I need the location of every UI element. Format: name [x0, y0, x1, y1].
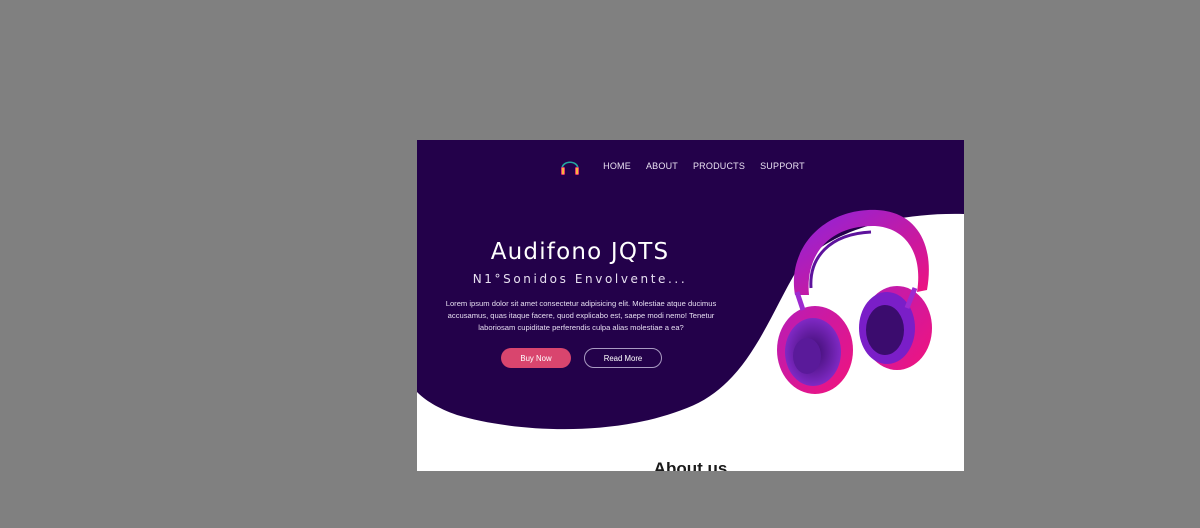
about-section-title: About us	[653, 459, 728, 471]
nav-home-link[interactable]: HOME	[603, 161, 631, 171]
nav-support-link[interactable]: SUPPORT	[760, 161, 805, 171]
top-nav: HOME ABOUT PRODUCTS SUPPORT	[417, 154, 964, 178]
nav-about-link[interactable]: ABOUT	[646, 161, 678, 171]
headphones-icon[interactable]	[559, 154, 581, 178]
hero-subtitle: N1°Sonidos Envolvente...	[472, 272, 688, 286]
read-more-button[interactable]: Read More	[584, 348, 662, 368]
landing-page: HOME ABOUT PRODUCTS SUPPORT Audifono JQT…	[417, 140, 964, 471]
buy-now-button[interactable]: Buy Now	[501, 348, 571, 368]
hero-description: Lorem ipsum dolor sit amet consectetur a…	[445, 299, 717, 332]
hero-title: Audifono JQTS	[490, 239, 670, 265]
headphones-product-image	[777, 209, 932, 394]
nav-products-link[interactable]: PRODUCTS	[693, 161, 745, 171]
